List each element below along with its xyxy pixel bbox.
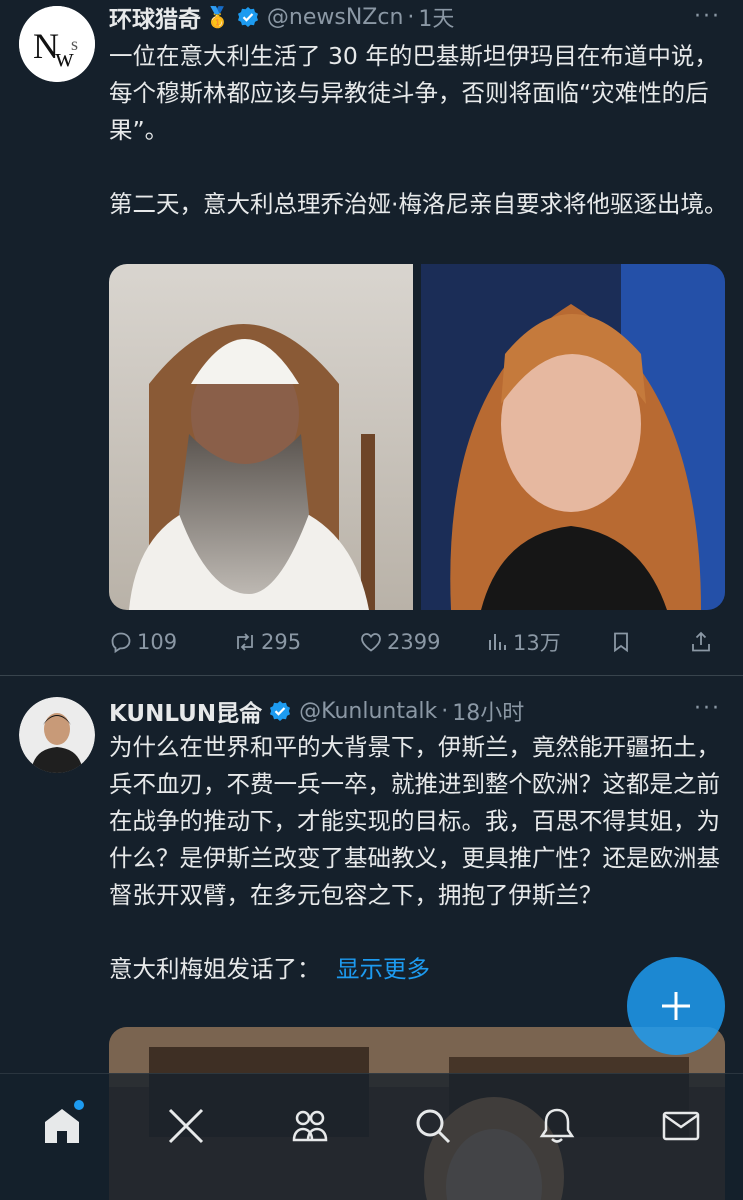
retweet-icon	[237, 633, 253, 651]
tweet-actions: 109 295 2399 13万	[109, 624, 729, 660]
nav-communities[interactable]	[280, 1100, 340, 1152]
tweet-paragraph: 一位在意大利生活了 30 年的巴基斯坦伊玛目在布道中说，每个穆斯林都应该与异教徒…	[109, 42, 718, 144]
views-button[interactable]: 13万	[485, 627, 609, 657]
more-options-icon[interactable]: ···	[694, 4, 721, 29]
share-icon	[692, 631, 710, 652]
bookmark-button[interactable]	[609, 630, 689, 654]
notifications-icon	[539, 1108, 575, 1143]
author-handle[interactable]: @newsNZcn	[267, 5, 404, 30]
reply-count: 109	[137, 630, 178, 654]
reply-button[interactable]: 109	[109, 630, 233, 654]
tweet-paragraph: 意大利梅姐发话了：	[109, 955, 321, 983]
more-options-icon[interactable]: ···	[694, 696, 721, 721]
tweet-header: 环球猎奇 🥇 @newsNZcn · 1天	[109, 0, 454, 34]
tweet-time[interactable]: 1天	[418, 1, 454, 33]
home-icon	[44, 1109, 79, 1143]
verified-badge-icon	[270, 701, 291, 721]
heart-icon	[361, 633, 381, 652]
tweet-time[interactable]: 18小时	[452, 695, 524, 727]
like-button[interactable]: 2399	[359, 630, 485, 654]
nav-notifications[interactable]	[527, 1100, 587, 1152]
author-handle[interactable]: @Kunluntalk	[299, 699, 437, 724]
retweet-button[interactable]: 295	[233, 630, 359, 654]
imam-photo[interactable]	[109, 264, 413, 610]
nav-x[interactable]	[156, 1100, 216, 1152]
x-logo-icon	[168, 1108, 203, 1144]
tweet-divider	[0, 675, 743, 676]
plus-icon	[662, 992, 690, 1020]
avatar-newsNZcn[interactable]: N w s	[19, 6, 95, 82]
tweet-paragraph: 为什么在世界和平的大背景下，伊斯兰，竟然能开疆拓土，兵不血刃，不费一兵一卒，就推…	[109, 733, 720, 909]
nav-messages[interactable]	[651, 1100, 711, 1152]
tweet-header: KUNLUN昆侖 @Kunluntalk · 18小时	[109, 694, 524, 728]
bottom-navigation	[0, 1073, 743, 1200]
retweet-count: 295	[261, 630, 302, 654]
author-name[interactable]: 环球猎奇	[109, 0, 201, 34]
tweet-text: 一位在意大利生活了 30 年的巴基斯坦伊玛目在布道中说，每个穆斯林都应该与异教徒…	[109, 38, 729, 260]
bookmark-icon	[614, 632, 628, 653]
svg-text:s: s	[71, 34, 78, 54]
unread-dot	[73, 1100, 84, 1110]
author-name[interactable]: KUNLUN昆侖	[109, 694, 262, 728]
share-button[interactable]	[689, 630, 729, 654]
reply-icon	[111, 632, 131, 654]
meloni-photo[interactable]	[421, 264, 725, 610]
tweet-media[interactable]	[109, 264, 725, 610]
messages-icon	[662, 1111, 700, 1141]
nav-home[interactable]	[32, 1100, 92, 1152]
nav-search[interactable]	[403, 1100, 463, 1152]
medal-badge-icon: 🥇	[205, 5, 230, 29]
tweet-paragraph: 第二天，意大利总理乔治娅·梅洛尼亲自要求将他驱逐出境。	[109, 190, 728, 218]
show-more-link[interactable]: 显示更多	[336, 955, 430, 983]
compose-button[interactable]	[627, 957, 725, 1055]
search-icon	[416, 1109, 451, 1144]
tweet-card-1[interactable]: N w s 环球猎奇 🥇 @newsNZcn · 1天 ··· 一位在意大利生活…	[0, 0, 743, 672]
communities-icon	[292, 1110, 327, 1142]
view-count: 13万	[513, 631, 561, 655]
verified-badge-icon	[237, 7, 258, 27]
views-icon	[489, 634, 506, 650]
like-count: 2399	[387, 630, 441, 654]
tweet-text: 为什么在世界和平的大背景下，伊斯兰，竟然能开疆拓土，兵不血刃，不费一兵一卒，就推…	[109, 729, 729, 988]
